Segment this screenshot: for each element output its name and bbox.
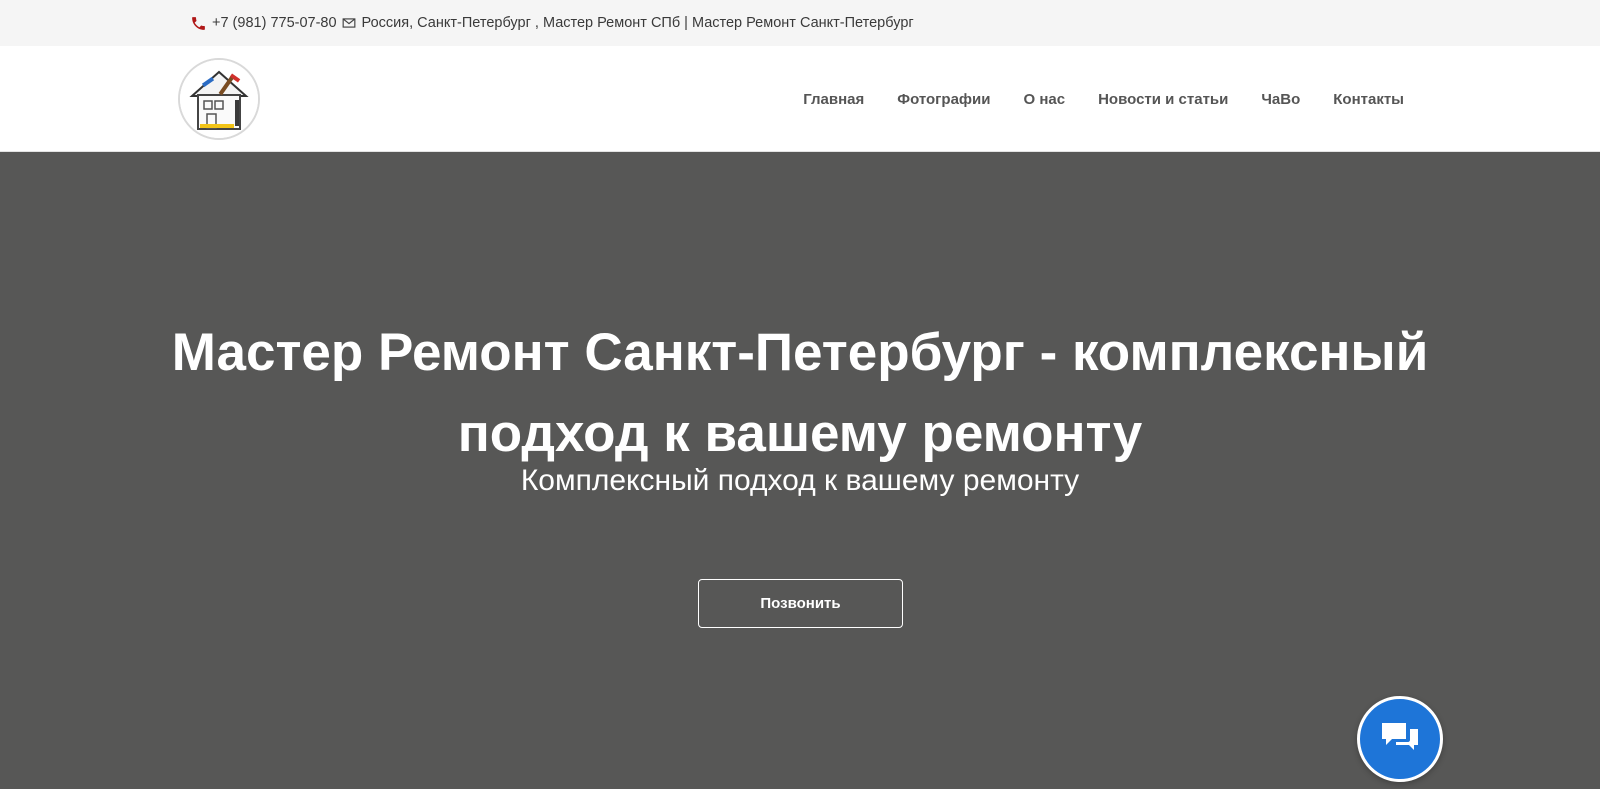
hero-section: Мастер Ремонт Санкт-Петербург - комплекс…	[0, 152, 1600, 789]
mail-icon	[342, 15, 358, 31]
nav-item-photos[interactable]: Фотографии	[897, 91, 990, 108]
nav-item-contacts[interactable]: Контакты	[1333, 91, 1404, 108]
call-button[interactable]: Позвонить	[698, 579, 903, 628]
nav-item-news[interactable]: Новости и статьи	[1098, 91, 1228, 108]
nav-item-faq[interactable]: ЧаВо	[1261, 91, 1300, 108]
hero-title: Мастер Ремонт Санкт-Петербург - комплекс…	[171, 323, 1429, 463]
nav-item-home[interactable]: Главная	[803, 91, 864, 108]
nav-item-about[interactable]: О нас	[1024, 91, 1066, 108]
phone-icon	[190, 14, 208, 32]
separator: |	[684, 15, 688, 31]
top-contact-bar: +7 (981) 775-07-80 Россия, Санкт-Петербу…	[0, 0, 1600, 46]
address-text: Россия, Санкт-Петербург , Мастер Ремонт …	[361, 15, 681, 31]
main-nav: Главная Фотографии О нас Новости и стать…	[770, 46, 1404, 152]
chat-bubbles-icon	[1378, 717, 1422, 762]
phone-number[interactable]: +7 (981) 775-07-80	[212, 15, 337, 31]
company-name: Мастер Ремонт Санкт-Петербург	[691, 15, 914, 31]
chat-button[interactable]	[1357, 696, 1443, 782]
logo[interactable]	[178, 58, 260, 140]
hero-subtitle: Комплексный подход к вашему ремонту	[520, 464, 1080, 497]
site-header: Главная Фотографии О нас Новости и стать…	[0, 46, 1600, 152]
